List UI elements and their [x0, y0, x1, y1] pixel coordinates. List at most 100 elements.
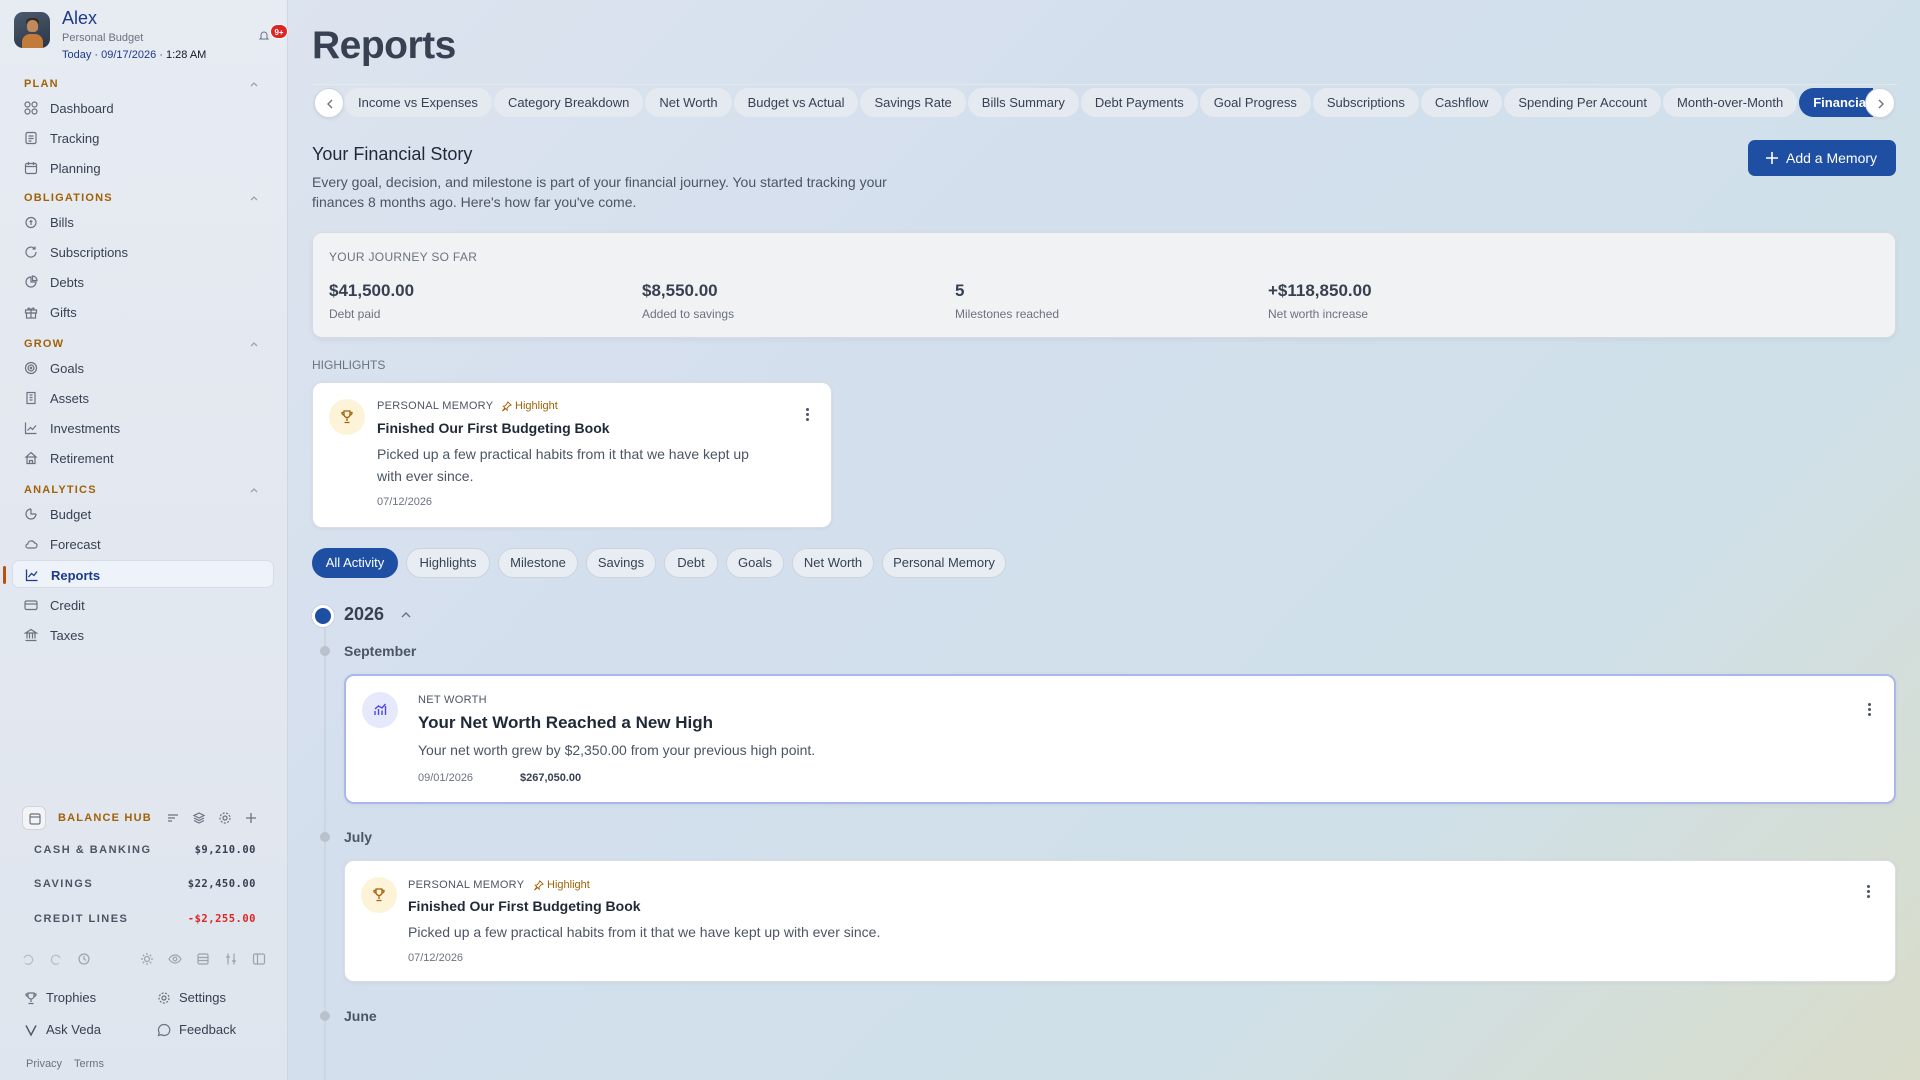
filter-milestone[interactable]: Milestone — [498, 548, 578, 578]
chevron-up-icon[interactable] — [248, 78, 260, 90]
filter-net-worth[interactable]: Net Worth — [792, 548, 874, 578]
timeline-month-september: September — [344, 643, 417, 659]
chevron-up-icon[interactable] — [248, 192, 260, 204]
hub-row-savings[interactable]: SAVINGS $22,450.00 — [34, 878, 256, 890]
more-options-icon[interactable] — [1864, 702, 1874, 718]
highlight-card[interactable]: PERSONAL MEMORY Highlight Finished Our F… — [312, 382, 832, 528]
sun-icon[interactable] — [140, 952, 154, 966]
plus-icon — [1766, 152, 1778, 164]
eye-icon[interactable] — [168, 952, 182, 966]
highlights-heading: HIGHLIGHTS — [312, 358, 386, 372]
date-value: 09/17/2026 — [101, 49, 157, 61]
filter-highlights[interactable]: Highlights — [406, 548, 490, 578]
more-options-icon[interactable] — [802, 407, 812, 423]
sidebar-item-debts[interactable]: Debts — [12, 268, 274, 296]
tab-month-over-month[interactable]: Month-over-Month — [1663, 88, 1798, 117]
filter-savings[interactable]: Savings — [586, 548, 656, 578]
chevron-up-icon[interactable] — [400, 610, 412, 620]
month-marker — [320, 646, 330, 656]
tabs-scroll-right-button[interactable] — [1865, 88, 1895, 118]
gear-icon[interactable] — [218, 811, 232, 825]
credit-card-icon — [24, 600, 38, 611]
tab-subscriptions[interactable]: Subscriptions — [1312, 88, 1419, 117]
sidebar-item-credit[interactable]: Credit — [12, 591, 274, 619]
tabs-scroll-left-button[interactable] — [314, 88, 344, 118]
trophy-icon — [361, 877, 397, 913]
pie-chart-icon — [25, 275, 38, 288]
profile[interactable]: Alex Personal Budget Today · 09/17/2026 … — [14, 8, 288, 68]
tab-spending-per-account[interactable]: Spending Per Account — [1504, 88, 1662, 117]
sidebar-item-bills[interactable]: Bills — [12, 208, 274, 236]
sidebar-item-tracking[interactable]: Tracking — [12, 124, 274, 152]
nav-section-plan[interactable]: PLAN — [24, 78, 59, 90]
tab-net-worth[interactable]: Net Worth — [645, 88, 732, 117]
tab-savings-rate[interactable]: Savings Rate — [860, 88, 966, 117]
nav-section-analytics[interactable]: ANALYTICS — [24, 484, 97, 496]
timeline-entry-net-worth[interactable]: NET WORTH Your Net Worth Reached a New H… — [344, 674, 1896, 804]
sidebar-item-taxes[interactable]: Taxes — [12, 621, 274, 649]
more-options-icon[interactable] — [1863, 884, 1873, 900]
history-icon[interactable] — [77, 952, 91, 966]
database-icon[interactable] — [196, 952, 210, 966]
filter-debt[interactable]: Debt — [664, 548, 718, 578]
target-icon — [24, 361, 38, 375]
sidebar-item-goals[interactable]: Goals — [12, 354, 274, 382]
sidebar-item-label: Reports — [51, 568, 101, 583]
timeline-year: 2026 — [344, 604, 385, 624]
filter-personal-memory[interactable]: Personal Memory — [882, 548, 1006, 578]
redo-icon[interactable] — [49, 952, 63, 966]
avatar[interactable] — [14, 12, 50, 48]
wallet-icon[interactable] — [22, 806, 46, 830]
card-date: 07/12/2026 — [377, 496, 433, 508]
nav-section-grow[interactable]: GROW — [24, 338, 64, 350]
sidebar-item-gifts[interactable]: Gifts — [12, 298, 274, 326]
filter-all-activity[interactable]: All Activity — [312, 548, 398, 578]
nav-section-obligations[interactable]: OBLIGATIONS — [24, 192, 113, 204]
card-date: 09/01/2026 — [418, 772, 474, 784]
tab-income-vs-expenses[interactable]: Income vs Expenses — [343, 88, 492, 117]
sidebar-toggle-icon[interactable] — [252, 952, 266, 966]
sidebar-item-dashboard[interactable]: Dashboard — [12, 94, 274, 122]
tab-cashflow[interactable]: Cashflow — [1420, 88, 1503, 117]
chevron-up-icon[interactable] — [248, 338, 260, 350]
tab-financial-story[interactable]: Financial Story — [1799, 88, 1873, 117]
bank-icon — [24, 628, 38, 642]
add-memory-button[interactable]: Add a Memory — [1748, 140, 1896, 176]
tab-bills-summary[interactable]: Bills Summary — [967, 88, 1079, 117]
privacy-link[interactable]: Privacy — [26, 1058, 62, 1070]
card-category: NET WORTH — [418, 694, 487, 706]
hub-row-cash[interactable]: CASH & BANKING $9,210.00 — [34, 844, 256, 856]
card-title: Finished Our First Budgeting Book — [377, 420, 610, 436]
stat-value: 5 — [955, 281, 965, 300]
sidebar-item-assets[interactable]: Assets — [12, 384, 274, 412]
tab-category-breakdown[interactable]: Category Breakdown — [493, 88, 644, 117]
sidebar-item-retirement[interactable]: Retirement — [12, 444, 274, 472]
today-label: Today — [62, 49, 92, 61]
layers-icon[interactable] — [192, 811, 206, 825]
sidebar-item-planning[interactable]: Planning — [12, 154, 274, 182]
stat-label: Debt paid — [329, 307, 381, 321]
sidebar-item-label: Goals — [50, 361, 84, 376]
filter-goals[interactable]: Goals — [726, 548, 784, 578]
undo-icon[interactable] — [21, 952, 35, 966]
tab-goal-progress[interactable]: Goal Progress — [1199, 88, 1311, 117]
sidebar-item-budget[interactable]: Budget — [12, 500, 274, 528]
profile-date: Today · 09/17/2026 · 1:28 AM — [62, 49, 207, 61]
trophy-icon — [25, 992, 37, 1005]
chevron-up-icon[interactable] — [248, 484, 260, 496]
story-description: Every goal, decision, and milestone is p… — [312, 174, 887, 210]
timeline-entry-personal-memory[interactable]: PERSONAL MEMORY Highlight Finished Our F… — [344, 860, 1896, 982]
plus-icon[interactable] — [244, 811, 258, 825]
sort-icon[interactable] — [166, 811, 180, 825]
terms-link[interactable]: Terms — [74, 1058, 104, 1070]
sidebar-item-forecast[interactable]: Forecast — [12, 530, 274, 558]
sidebar: Alex Personal Budget Today · 09/17/2026 … — [0, 0, 288, 1080]
sidebar-item-investments[interactable]: Investments — [12, 414, 274, 442]
sidebar-item-reports[interactable]: Reports — [3, 560, 274, 588]
tab-debt-payments[interactable]: Debt Payments — [1080, 88, 1198, 117]
journey-heading: YOUR JOURNEY SO FAR — [329, 250, 478, 264]
hub-row-credit-lines[interactable]: CREDIT LINES -$2,255.00 — [34, 913, 256, 925]
sidebar-item-subscriptions[interactable]: Subscriptions — [12, 238, 274, 266]
tab-budget-vs-actual[interactable]: Budget vs Actual — [733, 88, 859, 117]
sliders-icon[interactable] — [224, 952, 238, 966]
